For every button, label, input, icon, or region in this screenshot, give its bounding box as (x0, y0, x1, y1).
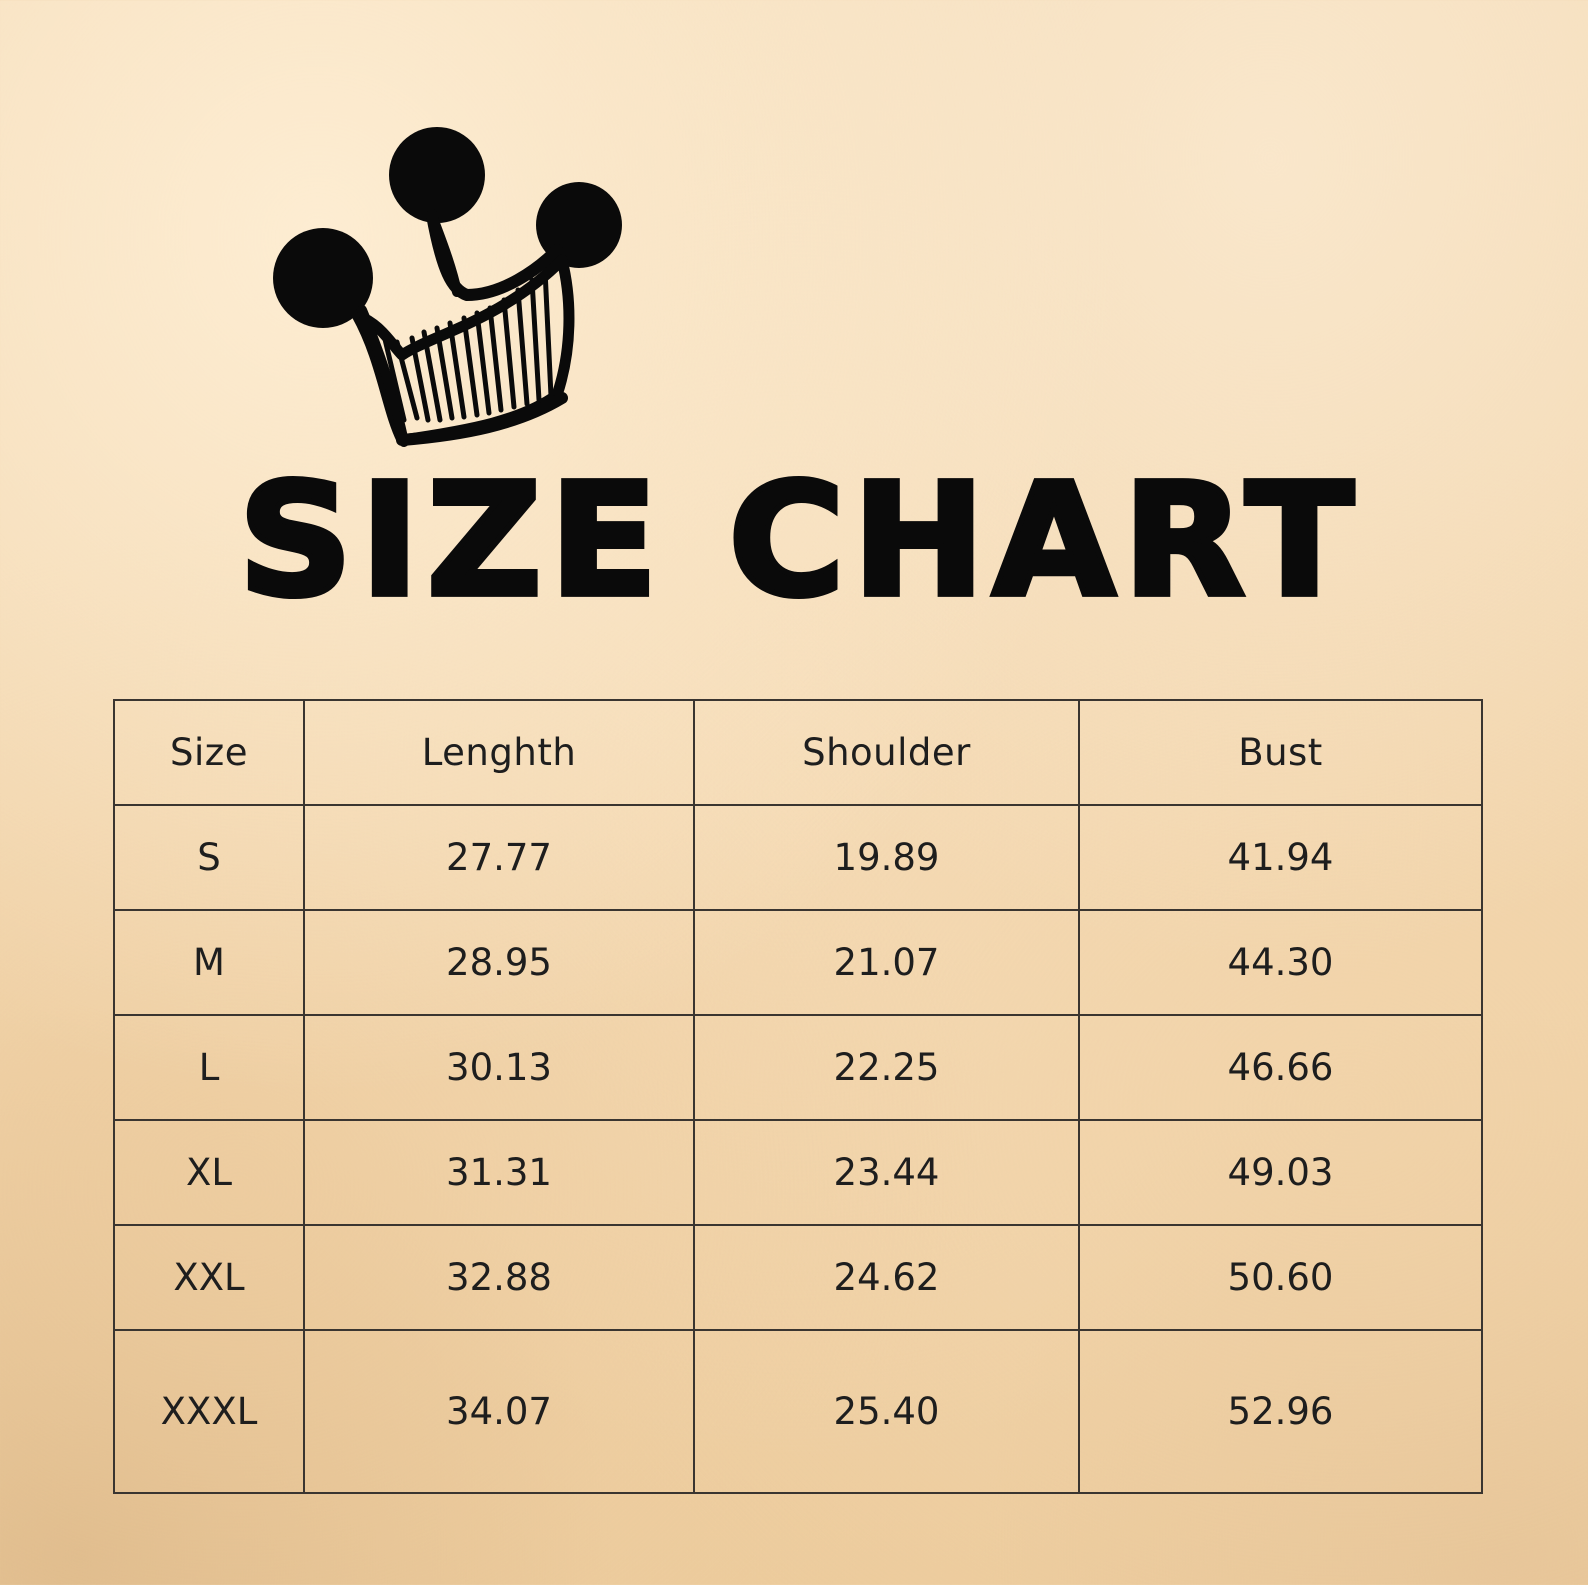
cell-length: 31.31 (303, 1119, 695, 1226)
cell-length: 28.95 (303, 909, 695, 1016)
size-table: Size Lenghth Shoulder Bust S 27.77 19.89… (113, 699, 1483, 1494)
cell-bust: 41.94 (1078, 804, 1483, 911)
cell-size: XL (113, 1119, 305, 1226)
cell-shoulder: 19.89 (693, 804, 1080, 911)
cell-length: 32.88 (303, 1224, 695, 1331)
cell-size: XXXL (113, 1329, 305, 1494)
cell-shoulder: 25.40 (693, 1329, 1080, 1494)
cell-length: 30.13 (303, 1014, 695, 1121)
cell-bust: 50.60 (1078, 1224, 1483, 1331)
cell-length: 27.77 (303, 804, 695, 911)
cell-size: XXL (113, 1224, 305, 1331)
cell-shoulder: 24.62 (693, 1224, 1080, 1331)
header-bust: Bust (1078, 699, 1483, 806)
cell-bust: 49.03 (1078, 1119, 1483, 1226)
table-row: XXL 32.88 24.62 50.60 (113, 1224, 1483, 1331)
cell-shoulder: 21.07 (693, 909, 1080, 1016)
cell-size: M (113, 909, 305, 1016)
cell-size: S (113, 804, 305, 911)
table-row: L 30.13 22.25 46.66 (113, 1014, 1483, 1121)
cell-bust: 44.30 (1078, 909, 1483, 1016)
page-title: SIZE CHART (236, 450, 1362, 632)
crown-icon (273, 127, 622, 447)
cell-bust: 46.66 (1078, 1014, 1483, 1121)
table-row: M 28.95 21.07 44.30 (113, 909, 1483, 1016)
cell-shoulder: 23.44 (693, 1119, 1080, 1226)
cell-shoulder: 22.25 (693, 1014, 1080, 1121)
header-size: Size (113, 699, 305, 806)
table-row: XL 31.31 23.44 49.03 (113, 1119, 1483, 1226)
header-shoulder: Shoulder (693, 699, 1080, 806)
table-header-row: Size Lenghth Shoulder Bust (113, 699, 1483, 806)
cell-bust: 52.96 (1078, 1329, 1483, 1494)
table-row: S 27.77 19.89 41.94 (113, 804, 1483, 911)
header-length: Lenghth (303, 699, 695, 806)
cell-length: 34.07 (303, 1329, 695, 1494)
cell-size: L (113, 1014, 305, 1121)
table-row: XXXL 34.07 25.40 52.96 (113, 1329, 1483, 1494)
